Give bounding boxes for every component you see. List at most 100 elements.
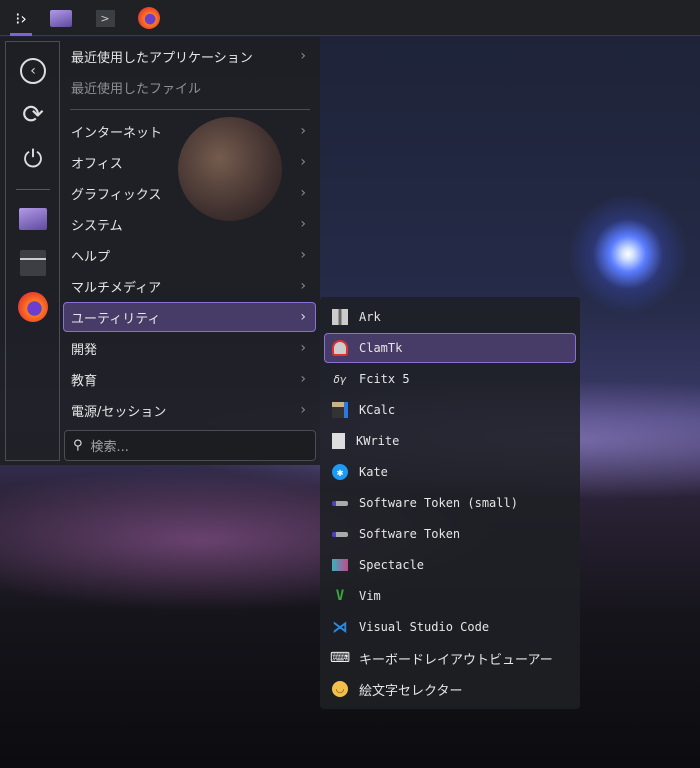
application-menu: ‹ ⟳ ⏻ 最近使用したアプリケーション › 最近使用したファイル インターネット… — [0, 37, 320, 465]
app-label: Visual Studio Code — [359, 620, 490, 634]
power-icon: ⏻ — [23, 145, 43, 173]
menu-item-education[interactable]: 教育 › — [63, 364, 316, 394]
app-label: Ark — [359, 310, 381, 324]
vscode-icon: ⋊ — [332, 618, 348, 636]
application-launcher-button[interactable]: ⁝› — [6, 4, 36, 32]
clamtk-icon — [332, 340, 348, 356]
menu-item-label: マルチメディア — [71, 280, 162, 296]
chevron-right-icon: › — [300, 340, 306, 356]
calculator-icon — [332, 402, 348, 418]
emoji-icon: ◡ — [332, 681, 348, 697]
chevron-right-icon: › — [300, 48, 306, 64]
menu-item-multimedia[interactable]: マルチメディア › — [63, 271, 316, 301]
menu-item-label: 電源/セッション — [71, 404, 167, 420]
menu-item-internet[interactable]: インターネット › — [63, 116, 316, 146]
menu-item-label: ユーティリティ — [71, 311, 161, 327]
divider — [70, 109, 310, 110]
launcher-icon: ⁝› — [15, 8, 27, 28]
menu-item-label: 最近使用したアプリケーション — [71, 50, 253, 66]
app-kwrite[interactable]: KWrite — [324, 426, 576, 456]
terminal-icon: > — [95, 9, 115, 27]
app-clamtk[interactable]: ClamTk — [324, 333, 576, 363]
app-fcitx[interactable]: ẟγ Fcitx 5 — [324, 364, 576, 394]
archive-icon — [332, 309, 348, 325]
favorite-firefox[interactable] — [16, 290, 50, 324]
app-label: ClamTk — [359, 341, 403, 355]
menu-item-utilities[interactable]: ユーティリティ › — [63, 302, 316, 332]
chevron-right-icon: › — [300, 278, 306, 294]
chevron-right-icon: › — [300, 309, 306, 325]
menu-item-recent-files[interactable]: 最近使用したファイル — [63, 72, 316, 102]
favorites-column: ‹ ⟳ ⏻ — [5, 41, 60, 461]
app-kate[interactable]: ✱ Kate — [324, 457, 576, 487]
app-ark[interactable]: Ark — [324, 302, 576, 332]
back-icon: ‹ — [20, 58, 46, 84]
menu-item-recent-apps[interactable]: 最近使用したアプリケーション › — [63, 41, 316, 71]
favorite-file-manager[interactable] — [16, 202, 50, 236]
app-label: キーボードレイアウトビューアー — [359, 652, 553, 668]
app-kcalc[interactable]: KCalc — [324, 395, 576, 425]
firefox-icon — [138, 7, 160, 29]
menu-item-label: 開発 — [71, 342, 98, 358]
chevron-right-icon: › — [300, 185, 306, 201]
chevron-right-icon: › — [300, 154, 306, 170]
settings-icon — [20, 250, 46, 276]
menu-item-office[interactable]: オフィス › — [63, 147, 316, 177]
app-label: KCalc — [359, 403, 396, 417]
search-placeholder: 検索... — [90, 440, 129, 455]
refresh-button[interactable]: ⟳ — [16, 98, 50, 132]
menu-item-power-session[interactable]: 電源/セッション › — [63, 395, 316, 425]
menu-item-label: ヘルプ — [71, 249, 111, 265]
app-label: Vim — [359, 589, 381, 603]
terminal-button[interactable]: > — [90, 4, 120, 32]
text-editor-icon — [332, 433, 345, 449]
app-label: Kate — [359, 465, 388, 479]
back-button[interactable]: ‹ — [16, 54, 50, 88]
menu-item-label: オフィス — [71, 156, 123, 172]
power-button[interactable]: ⏻ — [16, 142, 50, 176]
app-label: Spectacle — [359, 558, 425, 572]
keyboard-icon: ⌨ — [329, 650, 351, 666]
menu-item-label: 最近使用したファイル — [71, 81, 202, 97]
app-spectacle[interactable]: Spectacle — [324, 550, 576, 580]
firefox-icon — [18, 292, 48, 322]
menu-item-label: インターネット — [71, 125, 163, 141]
menu-item-help[interactable]: ヘルプ › — [63, 240, 316, 270]
vim-icon: V — [335, 588, 345, 604]
menu-item-development[interactable]: 開発 › — [63, 333, 316, 363]
app-vim[interactable]: V Vim — [324, 581, 576, 611]
menu-item-system[interactable]: システム › — [63, 209, 316, 239]
menu-item-label: システム — [71, 218, 123, 234]
divider — [16, 189, 50, 190]
app-emoji-selector[interactable]: ◡ 絵文字セレクター — [324, 674, 576, 704]
firefox-button[interactable] — [134, 4, 164, 32]
favorite-settings[interactable] — [16, 246, 50, 280]
search-icon: ⚲ — [73, 438, 83, 453]
active-indicator — [10, 33, 32, 36]
token-icon — [332, 500, 348, 506]
fcitx-icon: ẟγ — [333, 372, 347, 386]
chevron-right-icon: › — [300, 402, 306, 418]
token-icon — [332, 531, 348, 537]
menu-item-graphics[interactable]: グラフィックス › — [63, 178, 316, 208]
refresh-icon: ⟳ — [22, 100, 44, 130]
file-manager-button[interactable] — [46, 4, 76, 32]
app-label: KWrite — [356, 434, 400, 448]
taskbar: ⁝› > — [0, 0, 700, 36]
app-software-token-small[interactable]: Software Token (small) — [324, 488, 576, 518]
app-label: 絵文字セレクター — [359, 683, 463, 699]
chevron-right-icon: › — [300, 371, 306, 387]
menu-item-label: 教育 — [71, 373, 98, 389]
chevron-right-icon: › — [300, 247, 306, 263]
folder-icon — [50, 9, 72, 27]
menu-item-label: グラフィックス — [71, 187, 162, 203]
utilities-submenu: Ark ClamTk ẟγ Fcitx 5 KCalc KWrite ✱ Kate … — [320, 297, 580, 709]
spectacle-icon — [332, 559, 348, 571]
app-label: Software Token — [359, 527, 461, 541]
app-keyboard-layout-viewer[interactable]: ⌨ キーボードレイアウトビューアー — [324, 643, 576, 673]
app-software-token[interactable]: Software Token — [324, 519, 576, 549]
search-input[interactable]: ⚲ 検索... — [64, 430, 316, 461]
kate-icon: ✱ — [332, 464, 348, 480]
app-vscode[interactable]: ⋊ Visual Studio Code — [324, 612, 576, 642]
chevron-right-icon: › — [300, 216, 306, 232]
